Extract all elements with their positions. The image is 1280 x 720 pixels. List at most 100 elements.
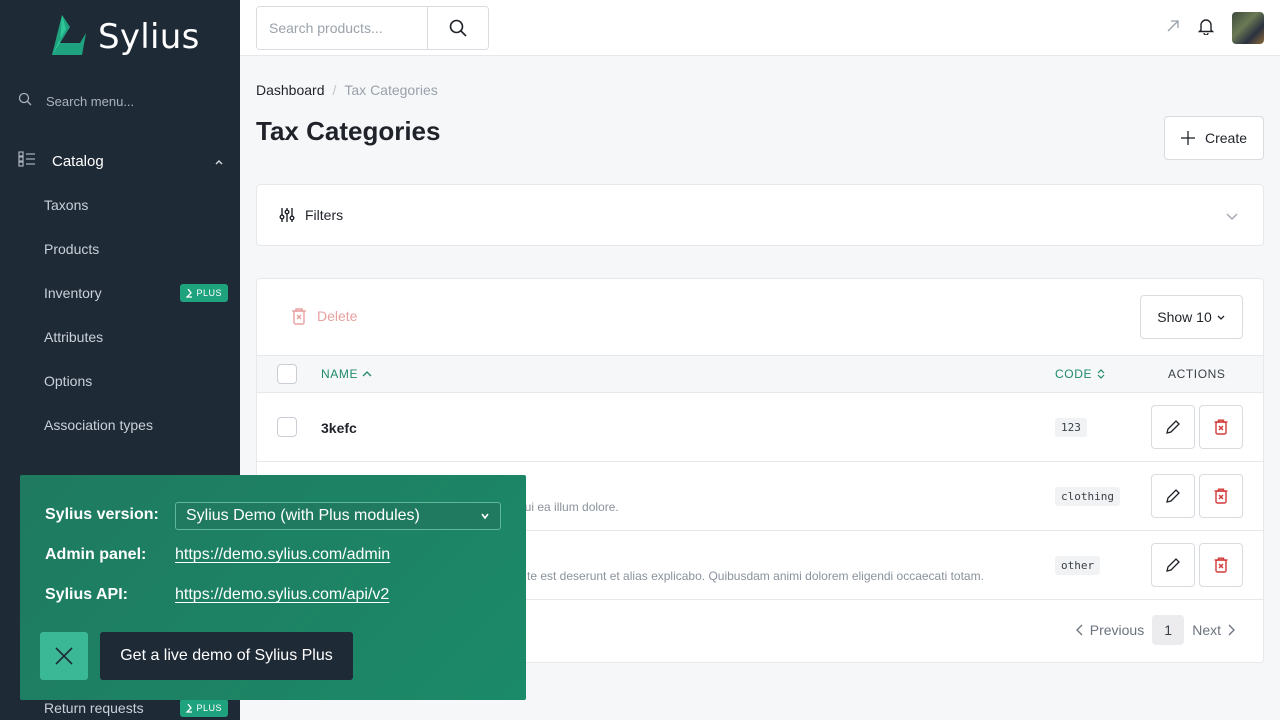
plus-icon <box>1180 131 1195 145</box>
delete-button[interactable] <box>1199 474 1243 518</box>
demo-info-panel: Sylius version: Sylius Demo (with Plus m… <box>20 475 526 700</box>
topbar-actions <box>1166 12 1264 44</box>
filters-label: Filters <box>305 207 344 223</box>
logo-text: Sylius <box>98 17 200 57</box>
search-button[interactable] <box>427 7 488 49</box>
row-code: clothing <box>1055 487 1120 506</box>
demo-version-label: Sylius version: <box>45 506 159 523</box>
search-icon <box>18 92 32 111</box>
sylius-swan-icon <box>186 703 193 713</box>
product-search <box>256 6 489 50</box>
breadcrumb-separator: / <box>332 82 337 98</box>
live-demo-button[interactable]: Get a live demo of Sylius Plus <box>100 632 353 680</box>
page-size-select[interactable]: Show 10 <box>1140 295 1243 339</box>
breadcrumb: Dashboard / Tax Categories <box>256 82 438 98</box>
page-title: Tax Categories <box>256 116 441 146</box>
delete-button[interactable] <box>1199 543 1243 587</box>
sidebar-item-label: Options <box>44 373 93 389</box>
product-search-input[interactable] <box>257 7 427 49</box>
sidebar-section-catalog[interactable]: Catalog <box>18 150 228 172</box>
trash-icon <box>1214 488 1228 504</box>
filters-panel[interactable]: Filters <box>256 184 1264 246</box>
chevron-left-icon <box>1075 624 1083 636</box>
row-checkbox[interactable] <box>277 417 297 437</box>
sliders-icon <box>279 208 295 222</box>
column-header-name[interactable]: NAME <box>321 367 372 381</box>
row-description: te est deserunt et alias explicabo. Quib… <box>527 569 984 583</box>
demo-api-label: Sylius API: <box>45 586 128 603</box>
column-header-code[interactable]: CODE <box>1055 367 1106 381</box>
pagination: Previous 1 Next <box>1075 615 1235 645</box>
demo-api-link[interactable]: https://demo.sylius.com/api/v2 <box>175 586 389 604</box>
column-header-actions: ACTIONS <box>1168 367 1226 381</box>
sylius-swan-icon <box>186 288 193 298</box>
sidebar-item-inventory[interactable]: Inventory PLUS <box>44 282 228 304</box>
bell-icon[interactable] <box>1197 17 1215 40</box>
sidebar-item-attributes[interactable]: Attributes <box>44 326 228 348</box>
pencil-icon <box>1166 489 1180 503</box>
sidebar-item-taxons[interactable]: Taxons <box>44 194 228 216</box>
sidebar-item-products[interactable]: Products <box>44 238 228 260</box>
create-button-label: Create <box>1204 130 1248 146</box>
trash-icon <box>1214 419 1228 435</box>
trash-icon <box>292 308 306 325</box>
pagination-next[interactable]: Next <box>1192 622 1235 638</box>
sidebar-section-label: Catalog <box>52 152 104 170</box>
delete-button[interactable] <box>1199 405 1243 449</box>
sidebar-item-label: Inventory <box>44 285 102 301</box>
row-code: other <box>1055 556 1101 575</box>
sidebar-item-label: Taxons <box>44 197 89 213</box>
sidebar-search-input[interactable] <box>46 93 216 109</box>
row-code: 123 <box>1055 418 1087 437</box>
breadcrumb-current: Tax Categories <box>344 82 438 98</box>
demo-admin-link[interactable]: https://demo.sylius.com/admin <box>175 546 390 564</box>
avatar[interactable] <box>1232 12 1264 44</box>
pagination-page[interactable]: 1 <box>1152 615 1185 645</box>
sylius-logo[interactable]: Sylius <box>48 14 200 60</box>
sidebar-item-label: Attributes <box>44 329 104 345</box>
catalog-icon <box>18 151 36 171</box>
create-button[interactable]: Create <box>1164 116 1264 160</box>
sidebar-search[interactable] <box>18 90 228 112</box>
bulk-delete-label: Delete <box>317 308 358 324</box>
external-link-icon[interactable] <box>1166 19 1180 38</box>
chevron-down-icon[interactable] <box>1225 209 1239 226</box>
close-icon <box>55 647 73 665</box>
bulk-delete-button[interactable]: Delete <box>291 307 357 325</box>
sidebar-item-options[interactable]: Options <box>44 370 228 392</box>
sidebar-item-label: Products <box>44 241 100 257</box>
sidebar-item-label: Return requests <box>44 700 144 716</box>
chevron-down-icon <box>1217 315 1225 320</box>
sylius-swan-icon <box>48 13 88 62</box>
sidebar-item-association-types[interactable]: Association types <box>44 414 228 436</box>
plus-badge: PLUS <box>180 284 228 302</box>
chevron-up-icon[interactable] <box>214 154 224 171</box>
demo-version-select[interactable]: Sylius Demo (with Plus modules) <box>175 502 501 530</box>
demo-admin-label: Admin panel: <box>45 546 147 563</box>
trash-icon <box>1214 557 1228 573</box>
page-size-label: Show 10 <box>1157 309 1212 325</box>
breadcrumb-dashboard[interactable]: Dashboard <box>256 82 325 98</box>
edit-button[interactable] <box>1151 405 1195 449</box>
search-icon <box>449 19 467 37</box>
edit-button[interactable] <box>1151 543 1195 587</box>
demo-close-button[interactable] <box>40 632 88 680</box>
pagination-previous[interactable]: Previous <box>1075 622 1144 638</box>
chevron-right-icon <box>1228 624 1235 636</box>
pencil-icon <box>1166 420 1180 434</box>
sort-icon <box>1097 369 1105 379</box>
pencil-icon <box>1166 558 1180 572</box>
chevron-down-icon <box>481 513 489 520</box>
sort-asc-icon <box>362 371 372 377</box>
topbar <box>240 0 1280 56</box>
table-header: NAME CODE ACTIONS <box>257 355 1263 393</box>
select-all-checkbox[interactable] <box>277 364 297 384</box>
sidebar-item-label: Association types <box>44 417 153 433</box>
edit-button[interactable] <box>1151 474 1195 518</box>
demo-version-value: Sylius Demo (with Plus modules) <box>186 507 420 524</box>
sidebar-item-return-requests[interactable]: Return requests PLUS <box>44 697 228 719</box>
table-row: 3kefc 123 <box>257 393 1263 462</box>
plus-badge: PLUS <box>180 699 228 717</box>
row-description: qui ea illum dolore. <box>518 500 619 514</box>
row-name: 3kefc <box>321 420 357 436</box>
